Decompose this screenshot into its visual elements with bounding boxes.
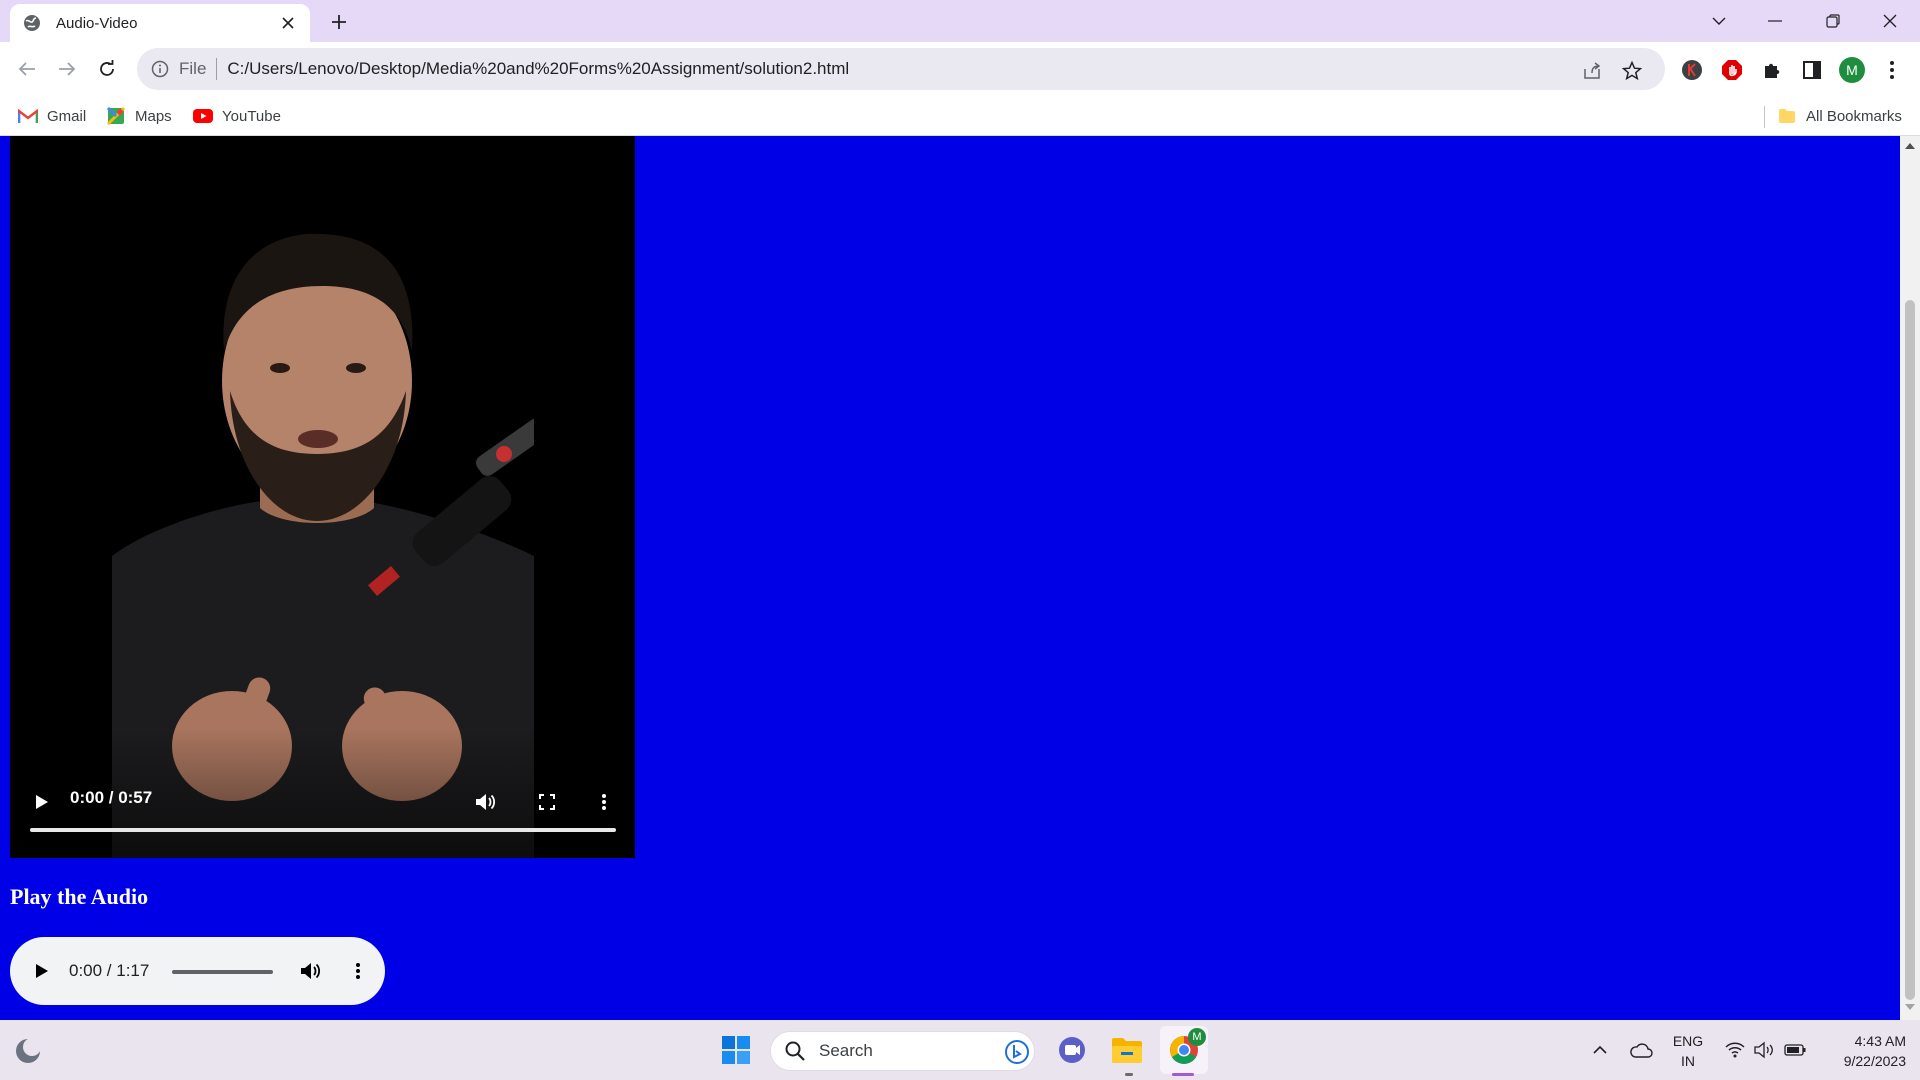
audio-time: 0:00 / 1:17 (69, 961, 150, 980)
minimize-button[interactable] (1753, 6, 1797, 36)
show-hidden-icons-chevron-icon[interactable] (1588, 1040, 1612, 1060)
onedrive-cloud-icon[interactable] (1626, 1038, 1656, 1062)
reload-button[interactable] (92, 54, 122, 84)
bookmarks-bar: Gmail Maps YouTube All Bookmarks (0, 96, 1920, 136)
audio-volume-icon[interactable] (298, 958, 324, 984)
taskbar: Search M ENG IN 4:43 AM 9/22/2023 (0, 1020, 1920, 1080)
adblock-extension-icon[interactable] (1719, 57, 1745, 83)
bookmark-label: YouTube (222, 107, 281, 125)
tab-audio-video[interactable]: Audio-Video (10, 4, 310, 42)
chrome-profile-badge: M (1188, 1028, 1206, 1046)
bookmark-gmail[interactable]: Gmail (18, 104, 86, 128)
forward-button[interactable] (52, 54, 82, 84)
scroll-up-arrow-icon[interactable] (1905, 142, 1915, 149)
weather-widget-icon[interactable] (12, 1035, 44, 1067)
language-indicator-bottom[interactable]: IN (1668, 1052, 1708, 1070)
gmail-icon (18, 107, 38, 125)
clock-date[interactable]: 9/22/2023 (1818, 1052, 1906, 1070)
language-indicator-top[interactable]: ENG (1668, 1032, 1708, 1050)
globe-icon (22, 13, 42, 33)
page-scrollbar[interactable] (1900, 136, 1920, 1020)
side-panel-icon[interactable] (1799, 57, 1825, 83)
restore-button[interactable] (1811, 6, 1855, 36)
file-explorer-running-indicator (1125, 1073, 1133, 1076)
bookmark-label: Maps (135, 107, 172, 125)
new-tab-button[interactable] (326, 9, 352, 35)
file-explorer-icon[interactable] (1108, 1032, 1146, 1068)
video-play-icon[interactable] (30, 790, 54, 814)
video-volume-icon[interactable] (472, 788, 500, 816)
bing-icon[interactable] (1005, 1040, 1029, 1069)
page-viewport: 0:00 / 0:57 Play the Audio 0:00 / 1:17 (0, 136, 1900, 1020)
chrome-taskbar-button[interactable]: M (1160, 1026, 1208, 1074)
video-player[interactable]: 0:00 / 0:57 (10, 136, 635, 858)
address-separator (216, 58, 218, 80)
profile-avatar[interactable]: M (1839, 57, 1865, 83)
search-icon (785, 1041, 805, 1061)
tab-strip: Audio-Video (0, 0, 1920, 42)
chrome-active-indicator (1172, 1073, 1194, 1076)
tab-search-chevron-icon[interactable] (1697, 6, 1741, 36)
tab-close-icon[interactable] (278, 13, 298, 33)
extensions-puzzle-icon[interactable] (1759, 57, 1785, 83)
bookmark-youtube[interactable]: YouTube (193, 104, 281, 128)
youtube-icon (193, 107, 213, 125)
tab-title: Audio-Video (56, 14, 138, 32)
address-bar[interactable]: File C:/Users/Lenovo/Desktop/Media%20and… (137, 48, 1665, 90)
url-scheme: File (179, 59, 207, 78)
scrollbar-thumb[interactable] (1905, 300, 1915, 1000)
site-info-icon[interactable] (151, 60, 169, 78)
taskbar-search-label: Search (819, 1041, 873, 1060)
maps-icon (106, 107, 126, 125)
start-button[interactable] (718, 1032, 754, 1068)
fullscreen-icon[interactable] (533, 788, 561, 816)
audio-play-icon[interactable] (30, 959, 54, 983)
chrome-menu-icon[interactable] (1879, 57, 1905, 83)
bookmarks-separator (1764, 106, 1765, 128)
folder-icon (1777, 107, 1797, 125)
extension-k-icon[interactable] (1679, 57, 1705, 83)
video-time: 0:00 / 0:57 (70, 788, 153, 807)
bookmark-maps[interactable]: Maps (106, 104, 172, 128)
bookmark-label: Gmail (47, 107, 87, 125)
video-more-options-icon[interactable] (594, 788, 614, 816)
profile-initial: M (1846, 62, 1858, 78)
teams-chat-icon[interactable] (1054, 1032, 1090, 1068)
audio-progress-bar[interactable] (172, 970, 273, 974)
share-icon[interactable] (1581, 60, 1603, 82)
audio-player[interactable]: 0:00 / 1:17 (10, 937, 385, 1005)
url-text[interactable]: C:/Users/Lenovo/Desktop/Media%20and%20Fo… (227, 59, 849, 79)
bookmark-star-icon[interactable] (1621, 60, 1643, 82)
video-progress-bar[interactable] (30, 828, 616, 832)
battery-icon[interactable] (1782, 1038, 1808, 1062)
scroll-down-arrow-icon[interactable] (1905, 1004, 1915, 1011)
toolbar: File C:/Users/Lenovo/Desktop/Media%20and… (0, 42, 1920, 96)
all-bookmarks-folder[interactable]: All Bookmarks (1777, 104, 1902, 128)
audio-more-options-icon[interactable] (348, 958, 368, 984)
all-bookmarks-label: All Bookmarks (1806, 107, 1902, 125)
speaker-volume-icon[interactable] (1752, 1038, 1778, 1062)
wifi-icon[interactable] (1722, 1038, 1748, 1062)
audio-heading: Play the Audio (10, 884, 149, 909)
taskbar-search[interactable]: Search (770, 1031, 1035, 1071)
back-button[interactable] (12, 54, 42, 84)
clock-time[interactable]: 4:43 AM (1818, 1032, 1906, 1050)
close-window-button[interactable] (1868, 6, 1912, 36)
